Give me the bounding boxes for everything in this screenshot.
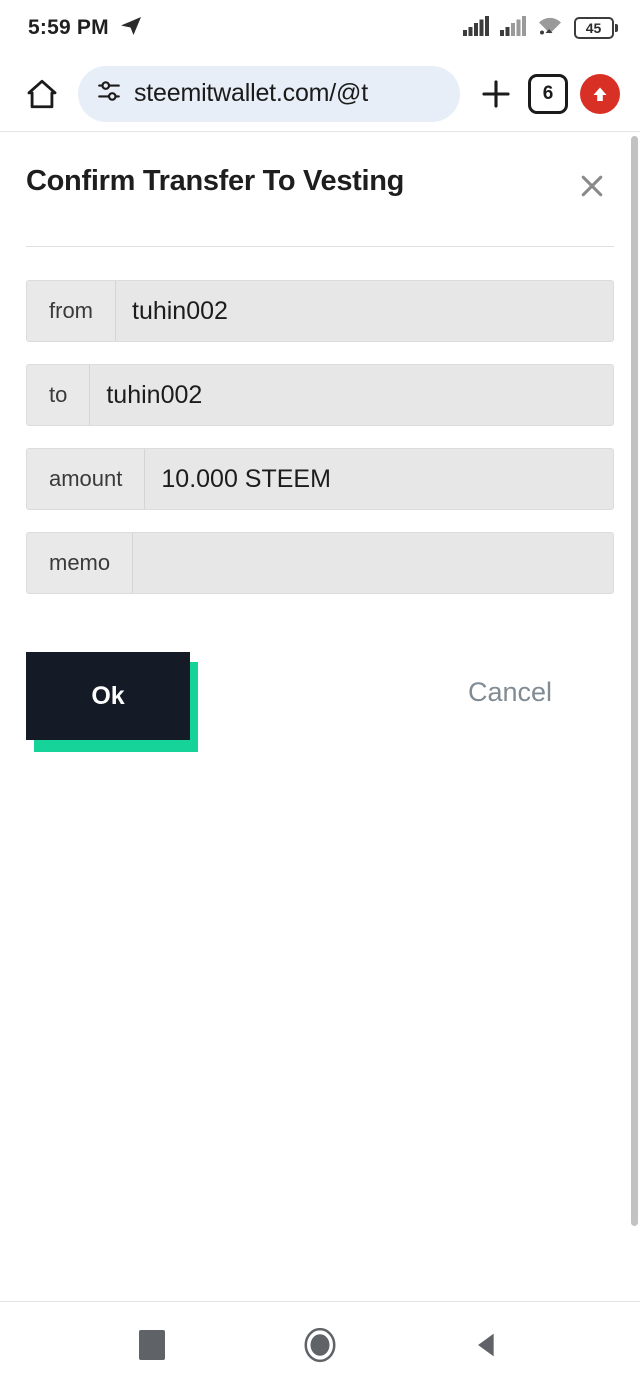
signal-bars-full-icon bbox=[462, 15, 489, 41]
web-page-content: Confirm Transfer To Vesting from tuhin00… bbox=[0, 132, 640, 1301]
url-text[interactable]: steemitwallet.com/@t bbox=[134, 79, 368, 108]
field-label-amount: amount bbox=[27, 449, 146, 509]
field-label-memo: memo bbox=[27, 533, 134, 593]
dialog-header: Confirm Transfer To Vesting bbox=[26, 132, 614, 206]
signal-bars-partial-icon bbox=[499, 15, 526, 41]
page-scrollbar[interactable] bbox=[630, 132, 640, 1301]
field-label-to: to bbox=[27, 365, 91, 425]
transfer-fields: from tuhin002 to tuhin002 amount 10.000 … bbox=[26, 280, 614, 594]
dialog-actions: Ok Cancel bbox=[26, 652, 614, 752]
scrollbar-thumb[interactable] bbox=[631, 136, 638, 1226]
tab-counter-button[interactable]: 6 bbox=[526, 72, 570, 116]
field-row-amount: amount 10.000 STEEM bbox=[26, 448, 614, 510]
field-value-from: tuhin002 bbox=[116, 281, 613, 341]
circle-home-icon[interactable] bbox=[292, 1317, 348, 1373]
triangle-back-icon[interactable] bbox=[460, 1317, 516, 1373]
status-clock: 5:59 PM bbox=[28, 16, 109, 39]
status-bar-right: 45 bbox=[462, 15, 618, 41]
field-label-from: from bbox=[27, 281, 116, 341]
plus-icon[interactable] bbox=[474, 72, 518, 116]
battery-level-text: 45 bbox=[585, 20, 602, 36]
confirm-button[interactable]: Ok bbox=[26, 652, 190, 740]
status-bar: 5:59 PM 45 bbox=[0, 0, 640, 56]
cancel-button[interactable]: Cancel bbox=[468, 677, 552, 708]
status-bar-left: 5:59 PM bbox=[28, 14, 143, 43]
arrow-up-circle-icon[interactable] bbox=[578, 72, 622, 116]
close-x-icon[interactable] bbox=[572, 166, 612, 206]
confirm-button-wrap: Ok bbox=[26, 652, 198, 752]
header-divider bbox=[26, 246, 614, 247]
wifi-icon bbox=[537, 16, 563, 41]
browser-toolbar: steemitwallet.com/@t 6 bbox=[0, 56, 640, 132]
field-row-from: from tuhin002 bbox=[26, 280, 614, 342]
android-nav-bar bbox=[0, 1301, 640, 1387]
field-row-memo: memo bbox=[26, 532, 614, 594]
page-title: Confirm Transfer To Vesting bbox=[26, 165, 405, 197]
field-value-to: tuhin002 bbox=[90, 365, 613, 425]
tune-sliders-icon[interactable] bbox=[96, 78, 122, 109]
home-icon[interactable] bbox=[20, 72, 64, 116]
confirm-dialog: Confirm Transfer To Vesting from tuhin00… bbox=[0, 132, 640, 752]
square-recents-icon[interactable] bbox=[124, 1317, 180, 1373]
telegram-send-icon bbox=[119, 14, 143, 43]
field-value-memo bbox=[133, 533, 613, 593]
phone-screen: 5:59 PM 45 steemitwallet.com/@t 6 Confir… bbox=[0, 0, 640, 1387]
battery-icon: 45 bbox=[573, 17, 618, 39]
url-bar[interactable]: steemitwallet.com/@t bbox=[78, 65, 460, 122]
field-row-to: to tuhin002 bbox=[26, 364, 614, 426]
tab-count-text: 6 bbox=[528, 73, 568, 114]
field-value-amount: 10.000 STEEM bbox=[145, 449, 613, 509]
